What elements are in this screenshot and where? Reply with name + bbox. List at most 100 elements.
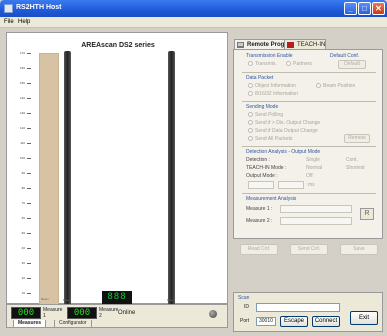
scale-tick — [27, 143, 31, 144]
scale-tick — [27, 188, 31, 189]
label-transmis: Transmis. — [255, 61, 277, 67]
data-packet-title: Data Packet — [246, 75, 274, 81]
measure-2-label: Measure 2 — [99, 307, 119, 319]
radio-send-polling[interactable] — [248, 112, 253, 117]
id-input[interactable] — [256, 303, 340, 312]
label-8-16-32: 8/16/32 Information — [255, 91, 299, 97]
menu-help[interactable]: Help — [18, 19, 30, 25]
menu-file[interactable]: File — [4, 19, 14, 25]
scale-tick — [27, 98, 31, 99]
left-rail — [64, 51, 71, 314]
scale-tick — [27, 128, 31, 129]
detection-title: Detection Analysis - Output Mode — [246, 149, 321, 155]
radio-transmis[interactable] — [248, 61, 253, 66]
scale-label: 20 — [21, 276, 25, 280]
tab-measures[interactable]: Measures — [13, 320, 47, 328]
minimize-button[interactable]: _ — [344, 2, 357, 15]
menu-bar: File Help — [0, 17, 387, 28]
check-object-info[interactable] — [248, 83, 253, 88]
display-title: AREAscan DS2 series — [81, 42, 155, 49]
remote-icon — [237, 42, 244, 48]
read-conf-button[interactable]: Read Cnf. — [240, 244, 278, 255]
delay-field-1[interactable] — [248, 181, 274, 189]
default-button[interactable]: Default — [338, 60, 366, 69]
right-rail-label: Beam — [167, 298, 175, 302]
label-partners: Partners — [293, 61, 312, 67]
tab-remote-prog-label: Remote Prog. — [247, 42, 287, 48]
measures-bar: 000 Measure 1 000 Measure 2 Online Measu… — [6, 304, 228, 328]
output-mode-1: Off — [306, 173, 313, 179]
port-label: Port — [240, 318, 250, 324]
measure-1-display: 000 — [11, 307, 41, 319]
counter-display: 888 — [102, 291, 132, 304]
right-rail — [168, 51, 175, 314]
measure-1-field[interactable] — [280, 205, 352, 213]
scan-title: Scan — [238, 295, 250, 301]
measure-2-display: 000 — [67, 307, 97, 319]
measure-2-field[interactable] — [280, 217, 352, 225]
scale-label: 160 — [19, 66, 25, 70]
save-button[interactable]: Save — [340, 244, 378, 255]
beam-scale: 170 160 150 140 130 120 110 100 90 80 70 60 50 40 30 20… — [19, 51, 31, 295]
scale-label: 10 — [21, 291, 25, 295]
label-output-mode: Output Mode : — [246, 173, 278, 179]
scale-tick — [27, 233, 31, 234]
scale-label: 110 — [20, 141, 25, 145]
scale-label: 80 — [21, 186, 25, 190]
check-8-16-32[interactable] — [248, 91, 253, 96]
scale-tick — [27, 173, 31, 174]
scale-label: 150 — [19, 81, 25, 85]
scan-panel: Scan ID Port 30010 Escape Connect Exit — [233, 292, 383, 332]
delay-field-2[interactable] — [278, 181, 304, 189]
label-send-dis-output: Send if > Dis. Output Change — [255, 120, 321, 126]
tab-teach-in[interactable]: TEACH-IN — [284, 39, 327, 49]
scale-label: 30 — [21, 261, 25, 265]
sending-mode-title: Sending Mode — [246, 104, 279, 110]
label-measure-1: Measure 1 : — [246, 206, 273, 212]
port-input[interactable]: 30010 — [256, 317, 276, 326]
transmission-title: Transmission Enable — [246, 53, 293, 59]
label-detection: Detection : — [246, 157, 270, 163]
divider — [242, 72, 376, 73]
detection-mode-2: Cont. — [346, 157, 358, 163]
label-measure-2: Measure 2 : — [246, 218, 273, 224]
exit-button[interactable]: Exit — [350, 311, 378, 325]
radio-send-all[interactable] — [248, 136, 253, 141]
measure-reset-button[interactable]: R — [360, 208, 374, 220]
radio-send-dis-output[interactable] — [248, 120, 253, 125]
scale-tick — [27, 293, 31, 294]
left-rail-label: Beam — [63, 298, 71, 302]
check-beam-position[interactable] — [316, 83, 321, 88]
status-indicator — [209, 310, 217, 318]
unit-ms: ms — [308, 182, 315, 188]
measure-1-label: Measure 1 — [43, 307, 63, 319]
radio-send-data-output[interactable] — [248, 128, 253, 133]
label-send-data-output: Send if Data Output Change — [255, 128, 318, 134]
tab-remote-prog[interactable]: Remote Prog. — [234, 39, 288, 49]
scale-label: 90 — [21, 171, 25, 175]
connect-button[interactable]: Connect — [312, 316, 340, 327]
teach-mode-1: Normal — [306, 165, 323, 171]
send-conf-button[interactable]: Send Cnf. — [290, 244, 328, 255]
escape-button[interactable]: Escape — [280, 316, 308, 327]
scale-label: 70 — [21, 201, 25, 205]
tab-teach-in-label: TEACH-IN — [297, 42, 326, 48]
scale-tick — [27, 263, 31, 264]
remote-prog-panel: Transmission Enable Default Conf. Transm… — [233, 49, 383, 239]
close-button[interactable]: ✕ — [372, 2, 385, 15]
detection-mode-1: Single — [306, 157, 320, 163]
teach-mode-2: Shortest — [346, 165, 365, 171]
tab-configurator[interactable]: Configurator — [54, 320, 92, 328]
label-beam-position: Beam Position — [323, 83, 356, 89]
divider — [242, 146, 376, 147]
default-conf-title: Default Conf. — [330, 53, 360, 59]
beam-bar-label: Beam — [41, 297, 49, 301]
scale-label: 170 — [19, 51, 25, 55]
window-title: RS2HTH Host — [16, 4, 62, 11]
divider — [242, 193, 376, 194]
maximize-button[interactable]: □ — [358, 2, 371, 15]
radio-partners[interactable] — [286, 61, 291, 66]
remote-button[interactable]: Remote — [344, 134, 370, 143]
title-bar: RS2HTH Host _ □ ✕ — [0, 0, 387, 17]
scale-tick — [27, 113, 31, 114]
